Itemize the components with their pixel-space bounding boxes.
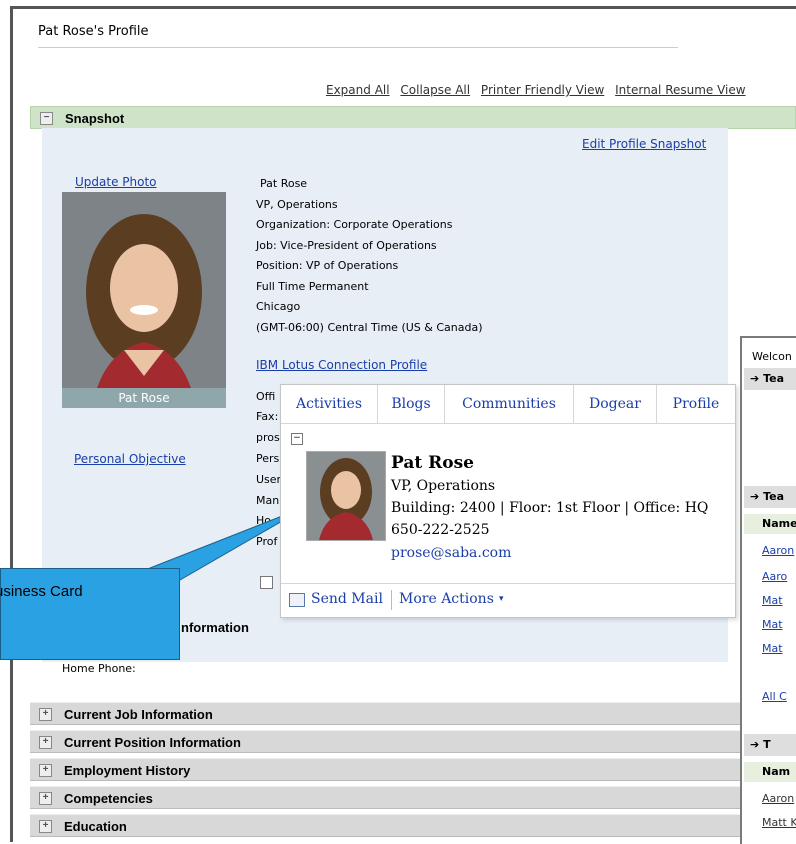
team-header-1-label: Tea [763,372,784,385]
section-label: Education [64,819,127,834]
team-member-link[interactable]: Aaron [762,544,794,557]
team-member-link[interactable]: Mat [762,642,783,655]
name-col-label: Name [762,517,796,530]
section-employment-history[interactable]: + Employment History [30,758,796,781]
footer-divider [391,590,392,610]
team-header-2-label: Tea [763,490,784,503]
circle-arrow-icon: ➔ [750,738,760,751]
mail-icon [289,593,305,607]
team-member-link[interactable]: Mat [762,618,783,631]
section-education[interactable]: + Education [30,814,796,837]
name-col-label: Nam [762,765,791,778]
expand-icon[interactable]: + [39,764,52,777]
tab-activities[interactable]: Activities [281,385,378,423]
welcome-text: Welcon [752,350,792,363]
section-label: Current Job Information [64,707,213,722]
team-member-link[interactable]: Matt K [762,816,796,829]
tab-dogear[interactable]: Dogear [574,385,657,423]
overlapping-window: Welcon ➔ Tea ➔ Tea Name Aaron Aaro Mat M… [740,336,796,844]
section-label: Competencies [64,791,153,806]
business-card-tabs: Activities Blogs Communities Dogear Prof… [281,385,735,424]
callout-text: usiness Card [0,583,83,600]
expand-icon[interactable]: + [39,792,52,805]
circle-arrow-icon: ➔ [750,372,760,385]
team-member-link[interactable]: Aaron [762,792,794,805]
section-label: Employment History [64,763,191,778]
name-column-header: Name [744,514,796,534]
card-title: VP, Operations [391,478,496,494]
card-phone: 650-222-2525 [391,522,490,538]
expand-icon[interactable]: + [39,708,52,721]
tab-blogs[interactable]: Blogs [378,385,445,423]
team-header-2[interactable]: ➔ Tea [744,486,796,508]
expand-icon[interactable]: + [39,820,52,833]
collapse-card-icon[interactable]: − [291,433,303,445]
section-competencies[interactable]: + Competencies [30,786,796,809]
team-member-link[interactable]: Mat [762,594,783,607]
dropdown-arrow-icon[interactable]: ▾ [499,594,504,604]
team-header-3[interactable]: ➔ T [744,734,796,756]
more-actions-link[interactable]: More Actions [399,591,494,607]
team-header-1[interactable]: ➔ Tea [744,368,796,390]
section-current-position[interactable]: + Current Position Information [30,730,796,753]
card-footer: Send Mail More Actions ▾ [281,583,735,618]
section-label: Current Position Information [64,735,241,750]
send-mail-link[interactable]: Send Mail [311,591,383,607]
card-email[interactable]: prose@saba.com [391,545,511,561]
business-card-callout: usiness Card [0,568,180,660]
circle-arrow-icon: ➔ [750,490,760,503]
expand-icon[interactable]: + [39,736,52,749]
card-name: Pat Rose [391,453,474,473]
name-column-header-2: Nam [744,762,796,782]
all-link[interactable]: All C [762,690,787,703]
section-current-job[interactable]: + Current Job Information [30,702,796,725]
tab-profile[interactable]: Profile [657,385,735,423]
card-location: Building: 2400 | Floor: 1st Floor | Offi… [391,500,709,516]
business-card-popup: Activities Blogs Communities Dogear Prof… [280,384,736,618]
team-header-3-label: T [763,738,771,751]
business-card-photo [306,451,386,541]
tab-communities[interactable]: Communities [445,385,574,423]
team-member-link[interactable]: Aaro [762,570,787,583]
